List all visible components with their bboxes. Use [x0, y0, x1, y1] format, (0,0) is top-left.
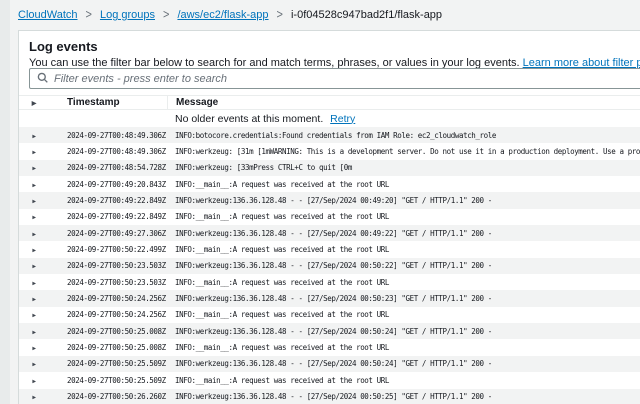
event-timestamp: 2024-09-27T00:50:26.260Z: [49, 392, 167, 401]
expand-row-icon[interactable]: ▶: [32, 312, 35, 319]
search-input-wrapper: [29, 68, 640, 89]
event-timestamp: 2024-09-27T00:50:22.499Z: [49, 245, 167, 254]
left-gutter: [0, 0, 10, 404]
log-event-row[interactable]: ▶ 2024-09-27T00:50:26.260Z INFO:werkzeug…: [19, 389, 640, 404]
event-message: INFO:werkzeug:136.36.128.48 - - [27/Sep/…: [167, 229, 640, 238]
expand-row-icon[interactable]: ▶: [32, 149, 35, 156]
event-message: INFO:botocore.credentials:Found credenti…: [167, 131, 640, 140]
log-event-row[interactable]: ▶ 2024-09-27T00:50:25.509Z INFO:__main__…: [19, 372, 640, 388]
event-timestamp: 2024-09-27T00:48:49.306Z: [49, 131, 167, 140]
expand-row-icon[interactable]: ▶: [32, 133, 35, 140]
event-timestamp: 2024-09-27T00:50:23.503Z: [49, 278, 167, 287]
expand-row-icon[interactable]: ▶: [32, 198, 35, 205]
log-event-row[interactable]: ▶ 2024-09-27T00:50:25.008Z INFO:werkzeug…: [19, 323, 640, 339]
event-message: INFO:__main__:A request was received at …: [167, 180, 640, 189]
event-message: INFO:__main__:A request was received at …: [167, 310, 640, 319]
log-event-row[interactable]: ▶ 2024-09-27T00:50:24.256Z INFO:werkzeug…: [19, 290, 640, 306]
event-message: INFO:werkzeug: [33mPress CTRL+C to quit …: [167, 163, 640, 172]
expand-row-icon[interactable]: ▶: [32, 378, 35, 385]
log-event-row[interactable]: ▶ 2024-09-27T00:48:49.306Z INFO:botocore…: [19, 127, 640, 143]
filter-events-input[interactable]: [54, 73, 640, 85]
log-event-row[interactable]: ▶ 2024-09-27T00:49:22.849Z INFO:werkzeug…: [19, 192, 640, 208]
expand-row-icon[interactable]: ▶: [32, 329, 35, 336]
event-timestamp: 2024-09-27T00:50:24.256Z: [49, 310, 167, 319]
log-events-panel: Log events You can use the filter bar be…: [18, 30, 640, 404]
log-event-row[interactable]: ▶ 2024-09-27T00:50:25.509Z INFO:werkzeug…: [19, 356, 640, 372]
event-message: INFO:werkzeug:136.36.128.48 - - [27/Sep/…: [167, 359, 640, 368]
log-event-row[interactable]: ▶ 2024-09-27T00:48:49.306Z INFO:werkzeug…: [19, 143, 640, 159]
page-title: Log events: [29, 39, 98, 54]
breadcrumb-link-cloudwatch[interactable]: CloudWatch: [18, 9, 78, 21]
event-timestamp: 2024-09-27T00:50:25.509Z: [49, 359, 167, 368]
expand-row-icon[interactable]: ▶: [32, 296, 35, 303]
event-message: INFO:werkzeug:136.36.128.48 - - [27/Sep/…: [167, 261, 640, 270]
event-message: INFO:__main__:A request was received at …: [167, 376, 640, 385]
expand-row-icon[interactable]: ▶: [32, 231, 35, 238]
event-message: INFO:__main__:A request was received at …: [167, 343, 640, 352]
expand-row-icon[interactable]: ▶: [32, 182, 35, 189]
breadcrumb: CloudWatch > Log groups > /aws/ec2/flask…: [18, 0, 442, 30]
breadcrumb-link-log-groups[interactable]: Log groups: [100, 9, 155, 21]
event-timestamp: 2024-09-27T00:50:24.256Z: [49, 294, 167, 303]
event-timestamp: 2024-09-27T00:48:54.728Z: [49, 163, 167, 172]
log-events-table: ▶ Timestamp Message No older events at t…: [19, 95, 640, 404]
event-message: INFO:werkzeug: [31m [1mWARNING: This is …: [167, 147, 640, 156]
event-message: INFO:__main__:A request was received at …: [167, 212, 640, 221]
log-event-row[interactable]: ▶ 2024-09-27T00:48:54.728Z INFO:werkzeug…: [19, 160, 640, 176]
log-event-row[interactable]: ▶ 2024-09-27T00:50:23.503Z INFO:__main__…: [19, 274, 640, 290]
event-timestamp: 2024-09-27T00:49:22.849Z: [49, 212, 167, 221]
retry-link[interactable]: Retry: [330, 113, 355, 125]
expand-all-icon[interactable]: ▶: [32, 101, 37, 107]
breadcrumb-separator: >: [277, 8, 283, 22]
expand-row-icon[interactable]: ▶: [32, 165, 35, 172]
expand-row-icon[interactable]: ▶: [32, 214, 35, 221]
breadcrumb-link-log-group[interactable]: /aws/ec2/flask-app: [177, 9, 268, 21]
event-message: INFO:werkzeug:136.36.128.48 - - [27/Sep/…: [167, 392, 640, 401]
expand-row-icon[interactable]: ▶: [32, 263, 35, 270]
expand-row-icon[interactable]: ▶: [32, 345, 35, 352]
expand-row-icon[interactable]: ▶: [32, 394, 35, 401]
breadcrumb-separator: >: [163, 8, 169, 22]
no-older-events-row: No older events at this moment. Retry: [19, 110, 640, 127]
breadcrumb-separator: >: [86, 8, 92, 22]
column-header-timestamp: Timestamp: [49, 97, 167, 108]
event-message: INFO:werkzeug:136.36.128.48 - - [27/Sep/…: [167, 327, 640, 336]
event-timestamp: 2024-09-27T00:50:25.008Z: [49, 327, 167, 336]
event-timestamp: 2024-09-27T00:50:23.503Z: [49, 261, 167, 270]
log-event-row[interactable]: ▶ 2024-09-27T00:50:22.499Z INFO:__main__…: [19, 241, 640, 257]
log-event-row[interactable]: ▶ 2024-09-27T00:50:25.008Z INFO:__main__…: [19, 339, 640, 355]
event-timestamp: 2024-09-27T00:48:49.306Z: [49, 147, 167, 156]
no-older-events-text: No older events at this moment.: [175, 113, 323, 125]
log-event-row[interactable]: ▶ 2024-09-27T00:49:20.843Z INFO:__main__…: [19, 176, 640, 192]
column-header-message: Message: [167, 95, 640, 110]
event-message: INFO:werkzeug:136.36.128.48 - - [27/Sep/…: [167, 196, 640, 205]
breadcrumb-current-log-stream: i-0f04528c947bad2f1/flask-app: [291, 9, 442, 21]
event-message: INFO:werkzeug:136.36.128.48 - - [27/Sep/…: [167, 294, 640, 303]
log-event-row[interactable]: ▶ 2024-09-27T00:49:22.849Z INFO:__main__…: [19, 209, 640, 225]
event-message: INFO:__main__:A request was received at …: [167, 245, 640, 254]
log-event-row[interactable]: ▶ 2024-09-27T00:50:24.256Z INFO:__main__…: [19, 307, 640, 323]
event-timestamp: 2024-09-27T00:49:22.849Z: [49, 196, 167, 205]
event-timestamp: 2024-09-27T00:50:25.509Z: [49, 376, 167, 385]
event-timestamp: 2024-09-27T00:49:27.306Z: [49, 229, 167, 238]
expand-row-icon[interactable]: ▶: [32, 280, 35, 287]
search-icon: [37, 70, 48, 88]
event-timestamp: 2024-09-27T00:49:20.843Z: [49, 180, 167, 189]
table-body: ▶ 2024-09-27T00:48:49.306Z INFO:botocore…: [19, 127, 640, 404]
log-event-row[interactable]: ▶ 2024-09-27T00:50:23.503Z INFO:werkzeug…: [19, 258, 640, 274]
expand-row-icon[interactable]: ▶: [32, 247, 35, 254]
log-event-row[interactable]: ▶ 2024-09-27T00:49:27.306Z INFO:werkzeug…: [19, 225, 640, 241]
table-header: ▶ Timestamp Message: [19, 95, 640, 110]
event-timestamp: 2024-09-27T00:50:25.008Z: [49, 343, 167, 352]
event-message: INFO:__main__:A request was received at …: [167, 278, 640, 287]
expand-row-icon[interactable]: ▶: [32, 361, 35, 368]
